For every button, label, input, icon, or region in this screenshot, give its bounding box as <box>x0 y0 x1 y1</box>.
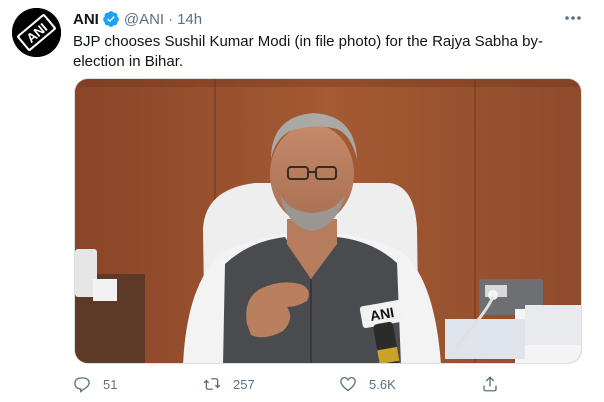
photo-illustration: ANI <box>75 79 581 363</box>
author-handle[interactable]: @ANI <box>124 11 164 28</box>
tweet-card[interactable]: ANI ANI @ANI · 14h BJP chooses Sushil Ku… <box>0 0 604 402</box>
author-name[interactable]: ANI <box>73 11 99 28</box>
tweet-header: ANI @ANI · 14h <box>73 9 202 29</box>
verified-badge-icon <box>102 10 120 28</box>
reply-icon <box>74 377 90 393</box>
reply-count: 51 <box>103 376 118 392</box>
action-bar: 51 257 5.6K <box>73 373 503 395</box>
retweet-button[interactable]: 257 <box>203 373 255 395</box>
share-icon <box>483 376 497 392</box>
reply-button[interactable]: 51 <box>73 373 117 395</box>
like-count: 5.6K <box>369 376 396 392</box>
tweet-time[interactable]: 14h <box>177 11 202 28</box>
separator-dot: · <box>168 10 174 28</box>
more-dots-icon[interactable] <box>562 9 584 27</box>
tweet-text: BJP chooses Sushil Kumar Modi (in file p… <box>73 33 543 70</box>
heart-icon <box>340 376 356 392</box>
author-avatar[interactable]: ANI <box>12 8 61 57</box>
retweet-count: 257 <box>233 376 255 392</box>
like-button[interactable]: 5.6K <box>339 373 396 395</box>
share-button[interactable] <box>481 373 499 395</box>
tweet-photo[interactable]: ANI <box>74 78 582 364</box>
ani-logo: ANI <box>12 8 61 57</box>
retweet-icon <box>203 378 221 390</box>
